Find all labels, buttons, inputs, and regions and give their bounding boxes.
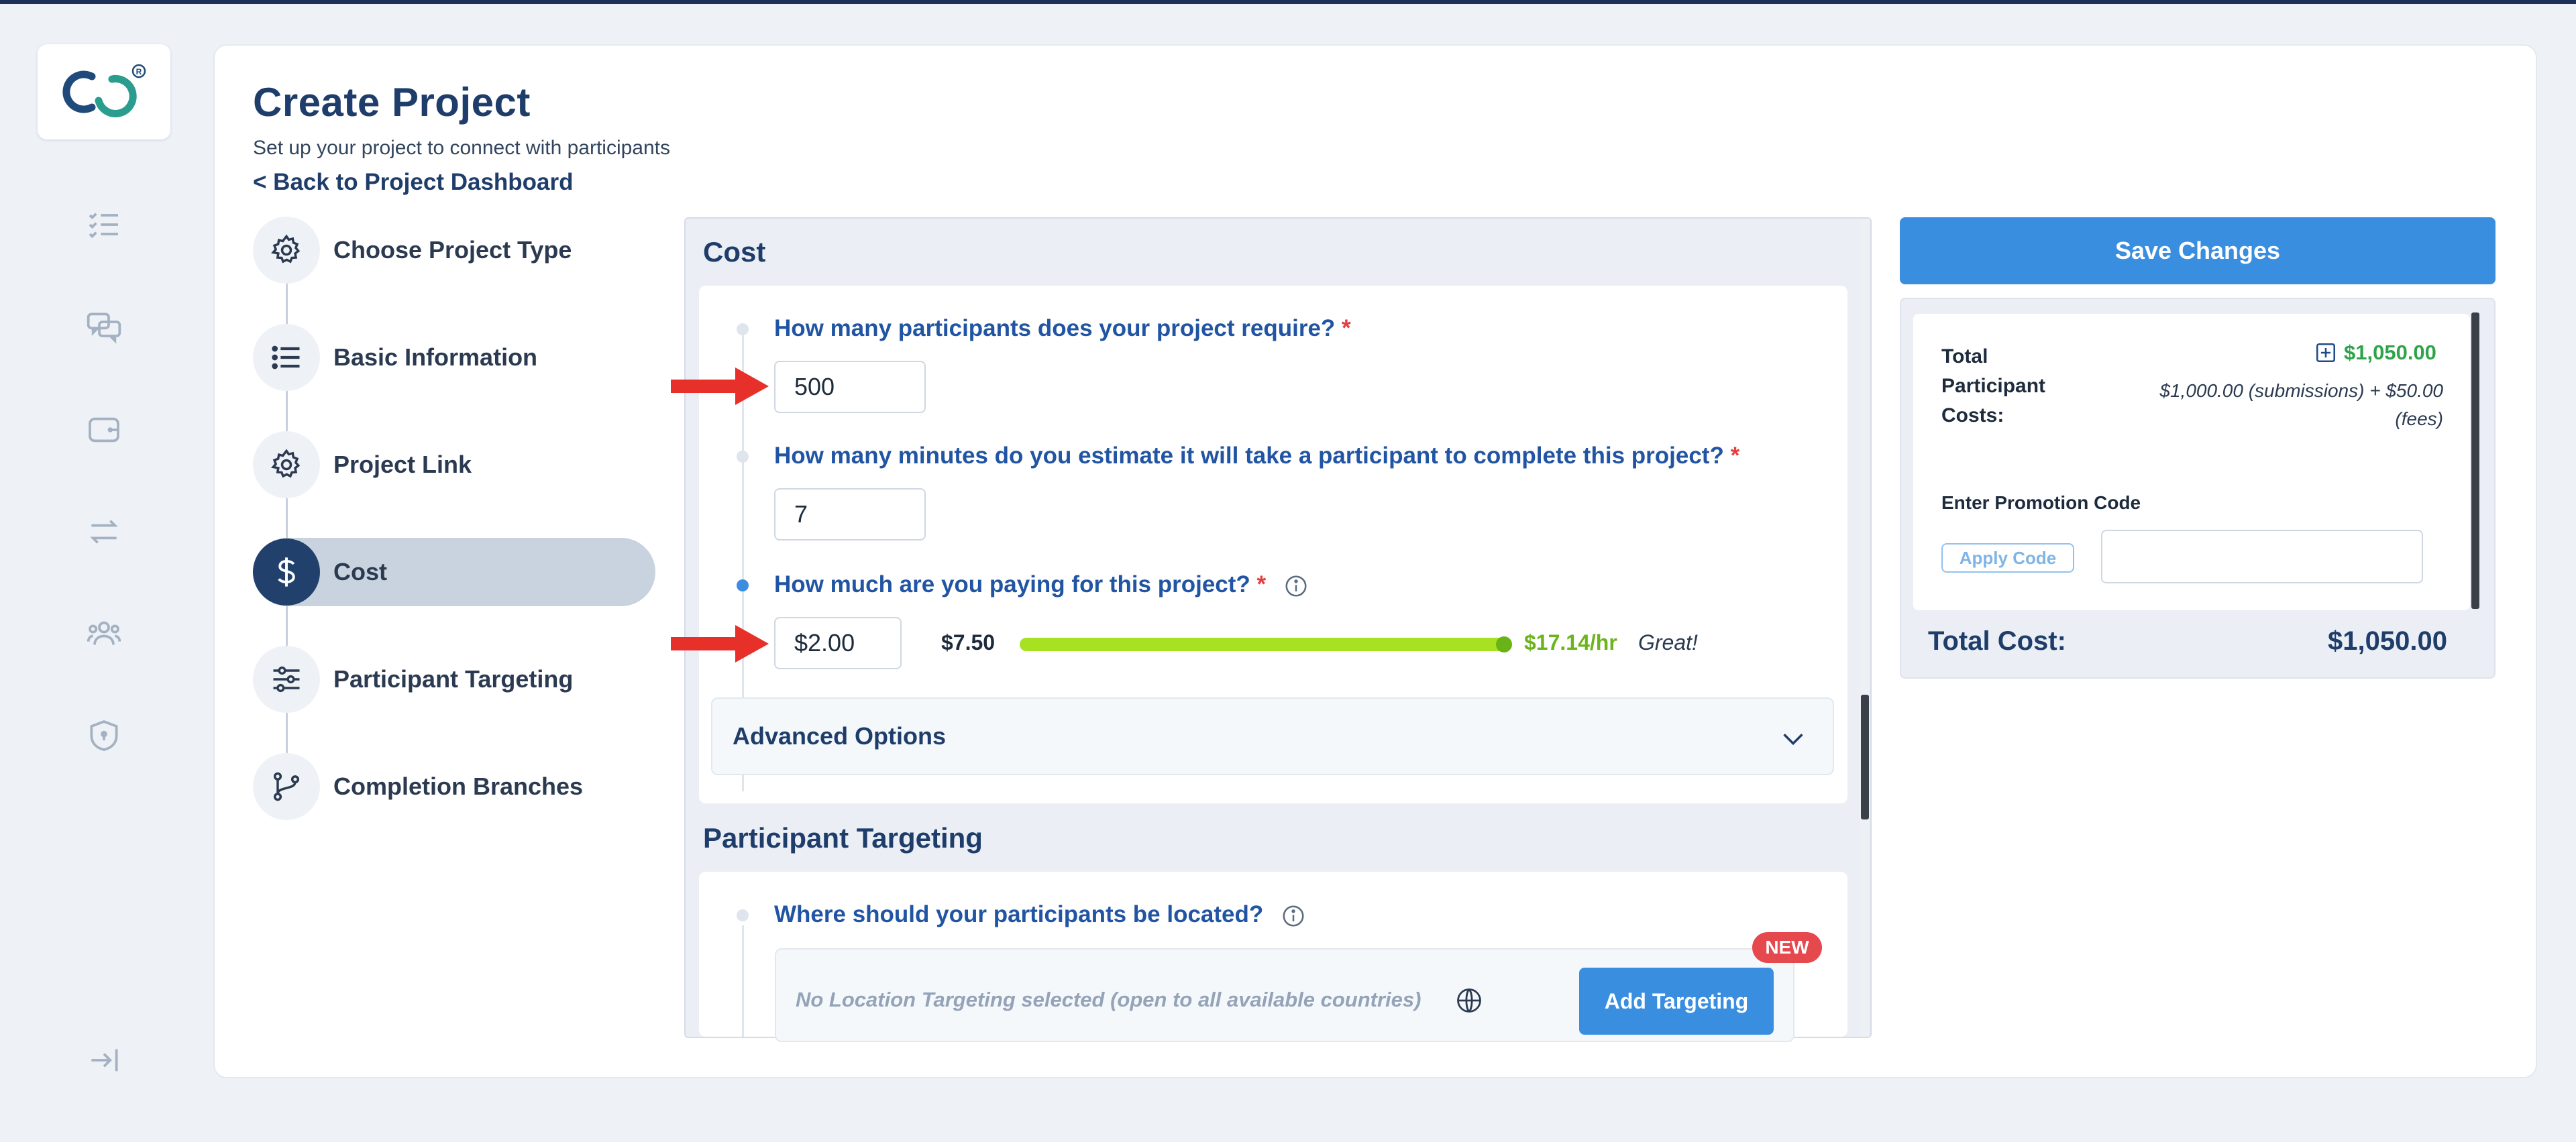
total-cost-value: $1,050.00 bbox=[2328, 626, 2447, 656]
advanced-options-label: Advanced Options bbox=[733, 722, 947, 750]
top-bar bbox=[0, 0, 2576, 4]
logo-icon: R bbox=[62, 64, 146, 117]
step-label: Basic Information bbox=[333, 343, 538, 371]
red-arrow-icon bbox=[671, 367, 769, 405]
step-completion-branches[interactable]: Completion Branches bbox=[253, 752, 655, 821]
users-icon[interactable] bbox=[83, 613, 125, 654]
minutes-question: How many minutes do you estimate it will… bbox=[774, 443, 1740, 469]
step-label: Cost bbox=[333, 558, 387, 585]
info-icon[interactable] bbox=[1283, 573, 1309, 599]
new-badge: NEW bbox=[1752, 932, 1822, 963]
required-marker: * bbox=[1730, 443, 1740, 469]
icon-rail: R bbox=[0, 0, 208, 1142]
promo-code-label: Enter Promotion Code bbox=[1941, 492, 2141, 513]
step-participant-targeting[interactable]: Participant Targeting bbox=[253, 645, 655, 713]
chat-icon[interactable] bbox=[83, 306, 125, 347]
question-marker-active bbox=[737, 579, 749, 591]
promo-code-input[interactable] bbox=[2101, 530, 2423, 583]
app-logo[interactable]: R bbox=[38, 44, 170, 139]
total-participant-costs: $1,050.00 bbox=[2314, 341, 2436, 365]
total-participant-costs-value: $1,050.00 bbox=[2344, 341, 2436, 364]
page-subtitle: Set up your project to connect with part… bbox=[253, 137, 671, 159]
minimum-rate: $7.50 bbox=[941, 630, 996, 654]
location-question: Where should your participants be locate… bbox=[774, 901, 1306, 929]
targeting-section-title: Participant Targeting bbox=[703, 822, 983, 854]
chevron-down-icon bbox=[1783, 734, 1803, 746]
cost-section-title: Cost bbox=[703, 236, 766, 268]
add-targeting-button[interactable]: Add Targeting bbox=[1579, 968, 1774, 1035]
red-arrow-icon bbox=[671, 625, 769, 663]
hourly-rate-value: $17.14/hr bbox=[1524, 630, 1617, 654]
step-label: Project Link bbox=[333, 451, 472, 478]
hourly-rate-rating: Great! bbox=[1638, 630, 1698, 654]
step-label: Participant Targeting bbox=[333, 665, 574, 693]
participants-input[interactable]: 500 bbox=[774, 361, 926, 413]
location-targeting-text: No Location Targeting selected (open to … bbox=[796, 988, 1421, 1011]
tasks-icon[interactable] bbox=[83, 204, 125, 245]
paying-question: How much are you paying for this project… bbox=[774, 571, 1309, 599]
back-to-dashboard-link[interactable]: < Back to Project Dashboard bbox=[253, 169, 574, 196]
apply-code-button[interactable]: Apply Code bbox=[1941, 543, 2074, 573]
step-label: Completion Branches bbox=[333, 773, 584, 800]
required-marker: * bbox=[1342, 315, 1351, 341]
list-icon bbox=[253, 324, 320, 391]
transfer-icon[interactable] bbox=[83, 511, 125, 553]
question-connector bbox=[742, 925, 744, 1037]
costs-breakdown: $1,000.00 (submissions) + $50.00 (fees) bbox=[2159, 380, 2443, 429]
expand-plus-icon[interactable] bbox=[2314, 341, 2337, 364]
hourly-rate-bar bbox=[1020, 638, 1508, 651]
info-icon[interactable] bbox=[1281, 903, 1306, 929]
step-label: Choose Project Type bbox=[333, 236, 572, 264]
gear-icon bbox=[253, 431, 320, 498]
payment-input[interactable]: $2.00 bbox=[774, 617, 902, 669]
save-changes-button[interactable]: Save Changes bbox=[1900, 217, 2496, 284]
minutes-input[interactable]: 7 bbox=[774, 488, 926, 540]
gear-icon bbox=[253, 217, 320, 284]
required-marker: * bbox=[1256, 571, 1267, 597]
form-scrollbar-thumb[interactable] bbox=[1861, 695, 1869, 819]
collapse-icon[interactable] bbox=[83, 1039, 125, 1081]
step-basic-information[interactable]: Basic Information bbox=[253, 323, 655, 392]
form-scrollbar-track[interactable] bbox=[1860, 219, 1869, 1037]
svg-text:R: R bbox=[136, 67, 142, 76]
step-cost[interactable]: Cost bbox=[253, 538, 655, 606]
page-title: Create Project bbox=[253, 80, 531, 125]
summary-scrollbar-thumb[interactable] bbox=[2471, 312, 2479, 609]
participants-question: How many participants does your project … bbox=[774, 315, 1351, 341]
shield-icon[interactable] bbox=[83, 715, 125, 756]
dollar-icon bbox=[253, 538, 320, 606]
question-marker bbox=[737, 451, 749, 463]
question-marker bbox=[737, 323, 749, 335]
total-cost-label: Total Cost: bbox=[1928, 626, 2066, 656]
wallet-icon[interactable] bbox=[83, 409, 125, 451]
sliders-icon bbox=[253, 646, 320, 713]
question-marker bbox=[737, 909, 749, 921]
advanced-options-toggle[interactable]: Advanced Options bbox=[711, 697, 1834, 775]
step-choose-project-type[interactable]: Choose Project Type bbox=[253, 216, 655, 284]
step-project-link[interactable]: Project Link bbox=[253, 431, 655, 499]
branch-icon bbox=[253, 753, 320, 820]
total-participant-costs-label: Total Participant Costs: bbox=[1941, 345, 2046, 426]
globe-icon bbox=[1457, 988, 1481, 1013]
hourly-rate-knob bbox=[1496, 636, 1512, 652]
